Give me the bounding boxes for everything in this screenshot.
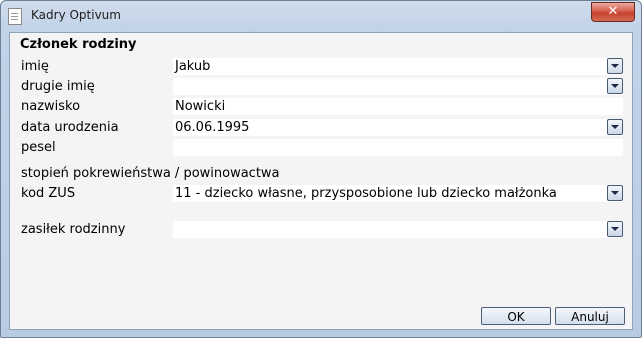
zasilek-rodzinny-field[interactable] xyxy=(173,221,623,238)
zasilek-rodzinny-label: zasiłek rodzinny xyxy=(21,222,126,237)
row-imie: imię Jakub xyxy=(10,58,632,76)
row-data-urodzenia: data urodzenia 06.06.1995 xyxy=(10,119,632,137)
kod-zus-label: kod ZUS xyxy=(21,186,76,201)
pesel-field[interactable] xyxy=(173,139,623,156)
data-urodzenia-field[interactable]: 06.06.1995 xyxy=(173,119,623,136)
data-urodzenia-label: data urodzenia xyxy=(21,120,119,135)
title-bar[interactable]: Kadry Optivum ✕ xyxy=(1,1,641,31)
imie-value: Jakub xyxy=(175,59,211,74)
group-title: Członek rodziny xyxy=(20,37,137,52)
pesel-label: pesel xyxy=(21,140,56,155)
document-icon xyxy=(8,8,22,25)
dialog-window: Kadry Optivum ✕ Członek rodziny imię Jak… xyxy=(0,0,642,338)
ok-button[interactable]: OK xyxy=(481,307,551,325)
window-title: Kadry Optivum xyxy=(31,8,121,22)
imie-dropdown-button[interactable] xyxy=(607,58,623,74)
row-pesel: pesel xyxy=(10,139,632,157)
drugie-imie-label: drugie imię xyxy=(21,79,95,94)
cancel-button[interactable]: Anuluj xyxy=(555,307,625,325)
zasilek-rodzinny-dropdown-button[interactable] xyxy=(607,221,623,237)
row-nazwisko: nazwisko Nowicki xyxy=(10,98,632,116)
row-drugie-imie: drugie imię xyxy=(10,78,632,96)
drugie-imie-field[interactable] xyxy=(173,78,623,95)
close-icon: ✕ xyxy=(607,4,619,19)
close-button[interactable]: ✕ xyxy=(591,2,635,22)
kod-zus-value: 11 - dziecko własne, przysposobione lub … xyxy=(175,186,557,201)
row-kod-zus: kod ZUS 11 - dziecko własne, przysposobi… xyxy=(10,185,632,203)
imie-label: imię xyxy=(21,59,49,74)
data-urodzenia-value: 06.06.1995 xyxy=(175,120,250,135)
form-panel: Członek rodziny imię Jakub drugie imię n… xyxy=(9,32,633,330)
drugie-imie-dropdown-button[interactable] xyxy=(607,78,623,94)
nazwisko-value: Nowicki xyxy=(175,99,226,114)
kod-zus-field[interactable]: 11 - dziecko własne, przysposobione lub … xyxy=(173,185,623,202)
data-urodzenia-dropdown-button[interactable] xyxy=(607,119,623,135)
relationship-section-label: stopień pokrewieństwa / powinowactwa xyxy=(21,166,280,181)
row-zasilek-rodzinny: zasiłek rodzinny xyxy=(10,221,632,239)
nazwisko-label: nazwisko xyxy=(21,99,81,114)
kod-zus-dropdown-button[interactable] xyxy=(607,185,623,201)
nazwisko-field[interactable]: Nowicki xyxy=(173,98,623,115)
imie-field[interactable]: Jakub xyxy=(173,58,623,75)
